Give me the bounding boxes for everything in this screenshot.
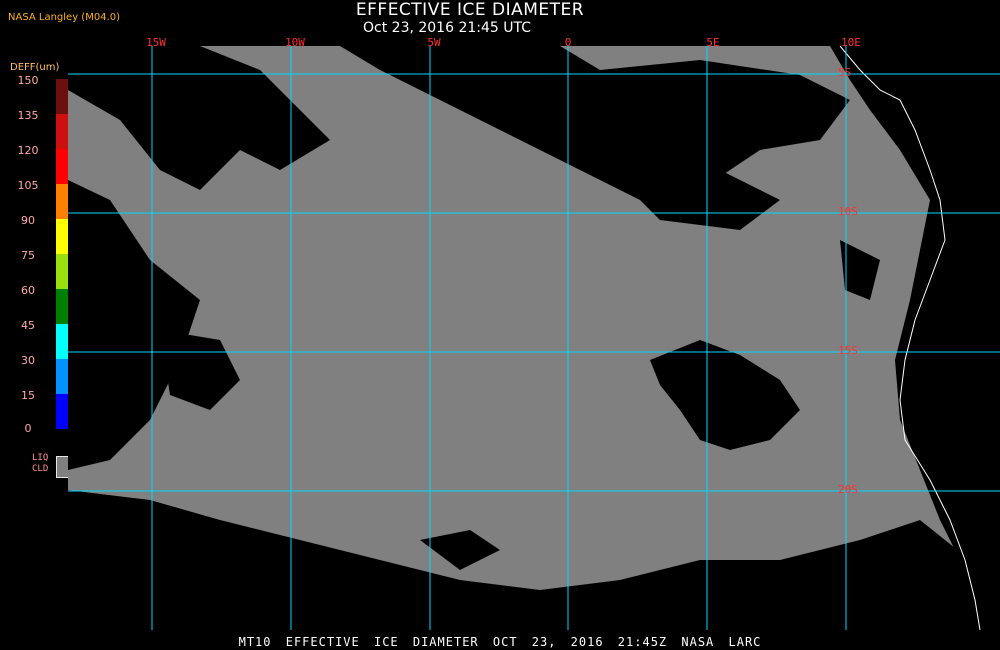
colorbar-tick: 90 <box>21 214 35 227</box>
lon-label: 5W <box>427 36 441 49</box>
lon-label: 0 <box>564 36 572 49</box>
colorbar-tick: 120 <box>17 144 39 157</box>
lon-label: 10W <box>285 36 305 49</box>
liquid-cloud-label-line2: CLD <box>32 464 49 474</box>
liquid-cloud-label: LIQ CLD <box>32 453 48 475</box>
colorbar-tick: 0 <box>24 422 32 435</box>
colorbar-tick: 60 <box>21 284 35 297</box>
lat-label: 5S <box>838 66 852 79</box>
producer-label: NASA Langley (M04.0) <box>8 12 120 23</box>
map-footer: MT10 EFFECTIVE ICE DIAMETER OCT 23, 2016… <box>238 635 762 649</box>
colorbar-tick: 30 <box>21 354 35 367</box>
lat-label: 15S <box>838 344 858 357</box>
liquid-cloud-label-line1: LIQ <box>32 453 49 463</box>
lon-label: 15W <box>146 36 166 49</box>
colorbar-tick: 105 <box>17 179 39 192</box>
lat-label: 20S <box>838 483 858 496</box>
colorbar-tick: 45 <box>21 319 35 332</box>
lon-label: 10E <box>841 36 861 49</box>
colorbar-tick: 150 <box>17 74 39 87</box>
colorbar-tick: 15 <box>21 389 35 402</box>
satellite-map <box>68 46 1000 630</box>
colorbar-tick: 135 <box>17 109 39 122</box>
lon-label: 5E <box>706 36 720 49</box>
map-timestamp: Oct 23, 2016 21:45 UTC <box>363 20 531 36</box>
colorbar-title: DEFF(um) <box>10 62 60 73</box>
colorbar-tick: 75 <box>21 249 35 262</box>
map-title: EFFECTIVE ICE DIAMETER <box>355 0 585 20</box>
lat-label: 10S <box>838 205 858 218</box>
